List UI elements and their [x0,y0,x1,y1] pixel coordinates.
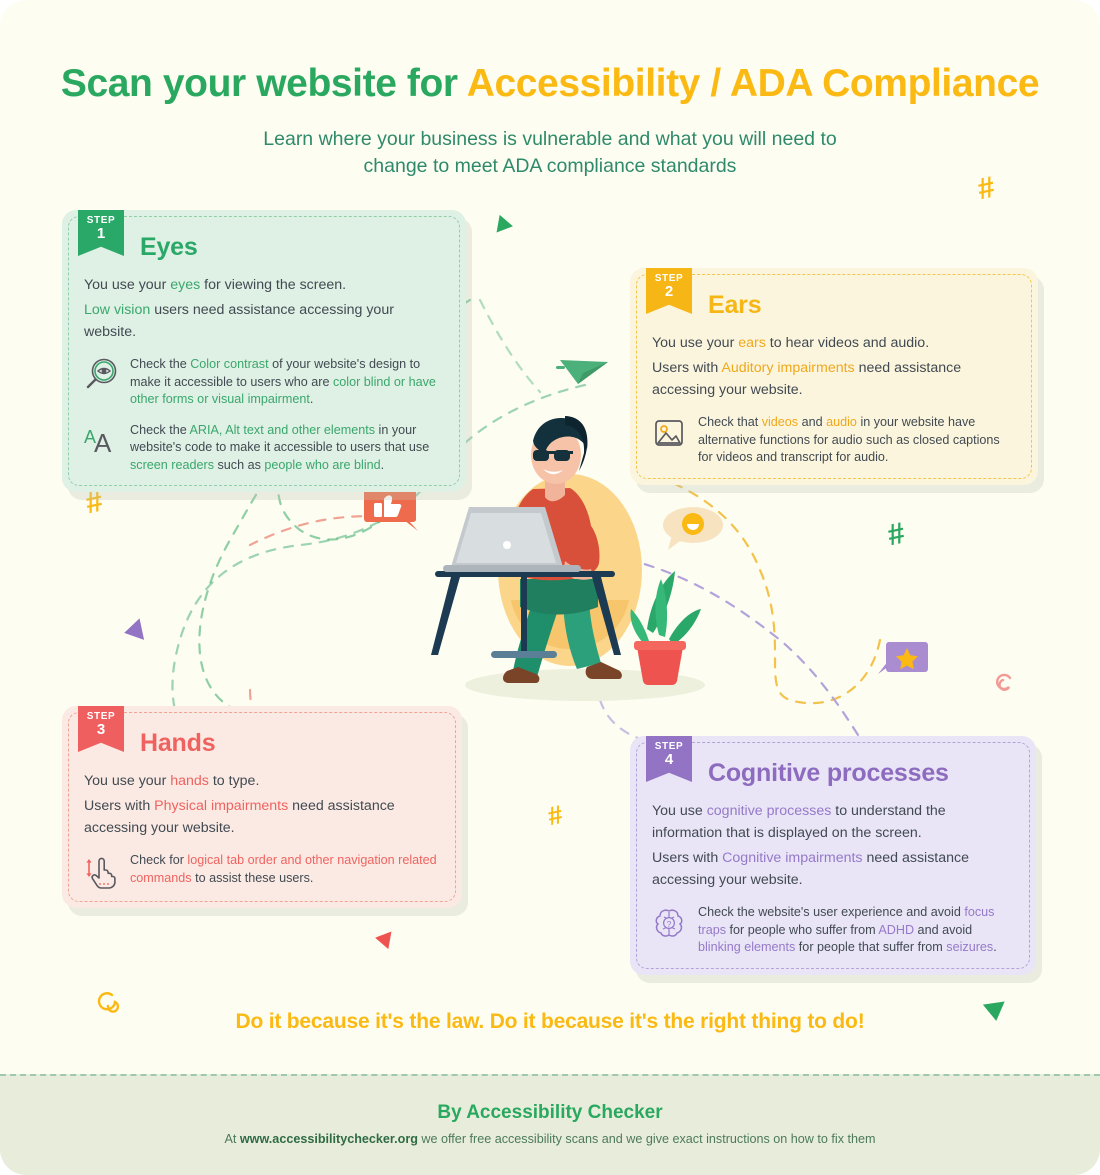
seg-hl: ADHD [878,922,915,937]
card-cognitive-bullet-1: ? Check the website's user experience an… [652,904,1014,957]
card-cognitive-bullet-1-text: Check the website's user experience and … [698,904,1014,957]
card-ears-title: Ears [708,291,762,319]
lede-pre: You use [652,803,707,819]
footer-sub-post: we offer free accessibility scans and we… [417,1132,876,1146]
card-eyes-bullet-1: Check the Color contrast of your website… [84,356,444,409]
seg-hl: seizures [946,940,994,954]
step-number: 4 [664,751,674,768]
seg: for people who suffer from [726,922,879,937]
step-number: 1 [96,225,106,242]
svg-text:A: A [94,428,112,458]
lede-highlight: cognitive processes [706,803,832,819]
card-eyes-lede: You use your eyes for viewing the screen… [84,274,444,343]
seg: . [309,392,314,406]
lede-highlight: ears [738,335,766,351]
page-title-part1: Scan your website for [60,62,467,105]
card-eyes-lede-line1: You use your eyes for viewing the screen… [84,274,444,296]
card-ears-lede: You use your ears to hear videos and aud… [652,332,1016,401]
infographic-poster: # # # # Scan your website for Accessibil… [0,0,1100,1175]
seg: Check the website's user experience and … [698,905,965,919]
image-placeholder-icon [652,414,686,452]
seg-hl: ARIA, Alt text and other elements [189,422,376,437]
footer-url[interactable]: www.accessibilitychecker.org [240,1132,418,1146]
footer-sub-pre: At [224,1132,240,1146]
card-hands-title: Hands [140,729,216,757]
footer: By Accessibility Checker At www.accessib… [0,1074,1100,1175]
page-title-part2: Accessibility / ADA Compliance [466,62,1040,105]
lede-pre: Users with [84,798,155,814]
card-ears-lede-line2: Users with Auditory impairments need ass… [652,357,1016,401]
seg-hl: videos [761,415,799,429]
seg: Check the [130,422,190,437]
seg: Check for [130,853,188,867]
seg: . [380,457,385,472]
page-subtitle-line1: Learn where your business is vulnerable … [263,128,837,150]
card-eyes-bullet-1-text: Check the Color contrast of your website… [130,356,444,409]
lede-highlight: Auditory impairments [721,360,855,376]
card-ears-bullet-1-text: Check that videos and audio in your webs… [698,414,1016,467]
lede-pre: Users with [652,850,723,866]
lede-highlight: eyes [170,277,201,293]
step-number: 3 [96,721,106,738]
lede-post: to hear videos and audio. [765,335,930,351]
seg-hl: Color contrast [190,357,269,371]
card-eyes-lede-line2: Low vision users need assistance accessi… [84,299,444,343]
card-hands: STEP 3 Hands You use your hands to type.… [62,706,462,908]
aa-text-icon: A A [84,422,118,460]
lede-post: to type. [208,773,260,789]
call-to-action-text: Do it because it's the law. Do it becaus… [235,1010,865,1033]
page-subtitle: Learn where your business is vulnerable … [0,126,1100,180]
card-hands-lede-line1: You use your hands to type. [84,770,440,792]
lede-highlight: Cognitive impairments [722,850,863,866]
seg: and avoid [914,922,973,937]
seg: such as [214,457,265,472]
lede-pre: Users with [652,360,722,376]
lede-post: for viewing the screen. [200,277,347,293]
card-cognitive-lede-line2: Users with Cognitive impairments need as… [652,847,1014,891]
seg: for people that suffer from [795,940,947,954]
card-cognitive-lede: You use cognitive processes to understan… [652,800,1014,891]
seg: to assist these users. [191,870,314,885]
card-ears-bullet-1: Check that videos and audio in your webs… [652,414,1016,467]
lede-pre: You use your [84,773,171,789]
card-ears-lede-line1: You use your ears to hear videos and aud… [652,332,1016,354]
card-cognitive-lede-line1: You use cognitive processes to understan… [652,800,1014,844]
page-subtitle-line2: change to meet ADA compliance standards [363,155,737,177]
seg: . [993,940,997,954]
step-number: 2 [664,283,674,300]
lede-pre: You use your [652,335,739,351]
seg-hl: audio [826,415,857,429]
seg-hl: blinking elements [698,940,796,954]
page-title: Scan your website for Accessibility / AD… [0,62,1100,106]
card-eyes-bullet-2-text: Check the ARIA, Alt text and other eleme… [130,422,444,475]
seg-hl: screen readers [130,457,214,472]
card-hands-lede: You use your hands to type. Users with P… [84,770,440,839]
seg-hl: people who are blind [264,457,381,472]
seg: Check that [698,415,762,429]
footer-title: By Accessibility Checker [437,1102,663,1123]
card-eyes-title: Eyes [140,233,198,261]
lede-highlight: Physical impairments [154,798,289,814]
seg: Check the [130,357,191,371]
card-ears: STEP 2 Ears You use your ears to hear vi… [630,268,1038,485]
magnifier-eye-icon [84,356,118,394]
seg: and [798,415,827,429]
card-cognitive-title: Cognitive processes [708,759,949,787]
lede-highlight: hands [170,773,209,789]
card-eyes: STEP 1 Eyes You use your eyes for viewin… [62,210,466,492]
card-cognitive-processes: STEP 4 Cognitive processes You use cogni… [630,736,1036,975]
card-hands-lede-line2: Users with Physical impairments need ass… [84,795,440,839]
lede-pre: You use your [84,277,171,293]
lede-highlight: Low vision [84,302,151,318]
card-hands-bullet-1: Check for logical tab order and other na… [84,852,440,890]
pointing-hand-icon [84,852,118,890]
svg-text:?: ? [667,919,672,929]
card-hands-bullet-1-text: Check for logical tab order and other na… [130,852,440,887]
card-eyes-bullet-2: A A Check the ARIA, Alt text and other e… [84,422,444,475]
paper-plane-icon [556,360,608,384]
footer-subtitle: At www.accessibilitychecker.org we offer… [0,1132,1100,1146]
brain-icon: ? [652,904,686,942]
star-bubble-icon [878,642,928,674]
